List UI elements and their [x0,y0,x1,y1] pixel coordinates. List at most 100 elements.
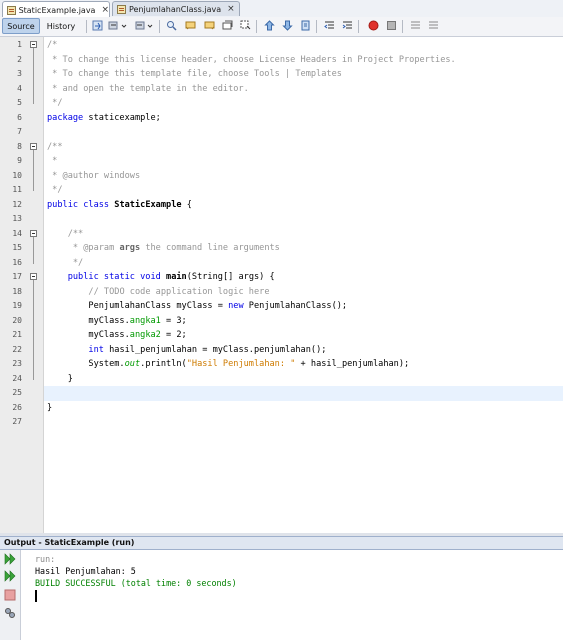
line-number: 13 [12,214,22,223]
start-macro-icon[interactable] [368,20,379,31]
code-text: public class StaticExample { [47,199,192,210]
uncomment-icon[interactable] [428,20,439,31]
forward-icon[interactable] [134,20,145,31]
code-line[interactable]: 17 public static void main(String[] args… [0,270,563,285]
find-previous-icon[interactable] [185,20,196,31]
toolbar-separator [402,20,403,33]
toggle-selection-icon[interactable] [240,20,251,31]
code-line[interactable]: 1 /* [0,38,563,53]
output-window-title[interactable]: Output - StaticExample (run) [0,536,563,550]
stop-icon[interactable] [4,589,16,601]
shift-left-icon[interactable] [324,20,335,31]
next-bookmark-icon[interactable] [282,20,293,31]
toolbar-separator [358,20,359,33]
fold-toggle-icon[interactable] [30,273,37,280]
code-text: /** [47,141,63,152]
toggle-bookmark-icon[interactable] [300,20,311,31]
code-text: /** [67,228,84,239]
settings-icon[interactable] [4,607,16,619]
code-line[interactable]: 12 public class StaticExample { [0,198,563,213]
editor-toolbar: Source History [0,17,563,37]
line-number: 10 [12,170,22,180]
code-text: myClass.angka2 = 2; [47,330,187,340]
line-number: 11 [12,185,22,194]
code-line[interactable]: 20 myClass.angka1 = 3; [0,314,563,329]
toolbar-separator [159,20,160,33]
fold-guide [33,280,34,380]
back-icon[interactable] [108,20,119,31]
source-button[interactable]: Source [2,18,40,34]
code-line[interactable]: 22 int hasil_penjumlahan = myClass.penju… [0,343,563,358]
code-text: */ [47,257,84,268]
code-line[interactable]: 21 myClass.angka2 = 2; [0,328,563,343]
code-text: * and open the template in the editor. [47,83,249,94]
code-text: myClass.angka1 = 3; [47,315,187,326]
code-line[interactable]: 5 */ [0,96,563,111]
code-text: /* [47,40,58,50]
fold-toggle-icon[interactable] [30,229,37,237]
rerun-with-options-icon[interactable] [4,570,16,582]
code-line[interactable]: 27 [0,415,563,430]
fold-toggle-icon[interactable] [30,142,37,150]
line-number: 25 [12,388,22,397]
code-line[interactable]: 6 package staticexample; [0,111,563,126]
code-line[interactable]: 16 */ [0,256,563,271]
fold-guide [33,236,34,264]
line-number: 21 [12,330,22,339]
close-icon[interactable]: × [227,4,235,14]
line-number: 8 [17,141,22,151]
close-icon[interactable]: × [101,5,109,15]
output-console[interactable]: run: Hasil Penjumlahan: 5 BUILD SUCCESSFUL… [21,550,563,640]
line-number: 4 [17,83,22,93]
chevron-down-icon[interactable] [121,20,127,31]
code-line[interactable]: 18 // TODO code application logic here [0,285,563,300]
code-line[interactable]: 11 */ [0,183,563,198]
code-line[interactable]: 3 * To change this template file, choose… [0,67,563,82]
find-icon[interactable] [166,20,177,31]
chevron-down-icon[interactable] [147,20,153,31]
fold-toggle-icon[interactable] [30,41,37,48]
last-edit-icon[interactable] [92,20,103,31]
line-number: 19 [12,301,22,310]
line-number: 9 [17,156,22,165]
find-next-icon[interactable] [204,20,215,31]
output-line: run: [35,554,56,564]
code-line[interactable]: 24 } [0,372,563,387]
code-line[interactable]: 14 /** [0,227,563,242]
code-line[interactable]: 7 [0,125,563,140]
code-line[interactable]: 26} [0,401,563,416]
tab-penjumlahan-class[interactable]: PenjumlahanClass.java × [112,1,240,16]
line-number: 18 [12,286,22,296]
line-number: 1 [17,40,22,49]
shift-right-icon[interactable] [342,20,353,31]
code-line[interactable]: 13 [0,212,563,227]
line-number: 15 [12,243,22,252]
code-text: package staticexample; [47,112,161,123]
history-button[interactable]: History [42,18,80,34]
stop-macro-icon[interactable] [386,20,397,31]
code-line[interactable]: 15 * @param args the command line argume… [0,241,563,256]
code-text: * To change this template file, choose T… [47,69,342,79]
code-text: * [47,156,58,166]
code-line[interactable]: 2 * To change this license header, choos… [0,53,563,68]
code-line[interactable]: 8 /** [0,140,563,155]
code-line[interactable]: 23 System.out.println("Hasil Penjumlahan… [0,357,563,372]
line-number: 16 [12,257,22,267]
code-text: PenjumlahanClass myClass = new Penjumlah… [47,301,348,311]
java-file-icon [7,5,16,15]
line-number: 12 [12,199,22,209]
code-line[interactable]: 10 * @author windows [0,169,563,184]
code-line[interactable]: 9 * [0,154,563,169]
code-line[interactable]: 25 [12,386,563,401]
toggle-highlight-icon[interactable] [222,20,233,31]
code-line[interactable]: 19 PenjumlahanClass myClass = new Penjum… [0,299,563,314]
comment-icon[interactable] [410,20,421,31]
code-line[interactable]: 4 * and open the template in the editor. [0,82,563,97]
tab-static-example[interactable]: StaticExample.java × [2,1,110,18]
rerun-icon[interactable] [4,553,16,565]
line-number: 17 [12,272,22,281]
output-line: BUILD SUCCESSFUL (total time: 0 seconds) [35,578,237,588]
code-text: } [47,402,53,413]
previous-bookmark-icon[interactable] [264,20,275,31]
fold-guide [33,149,34,191]
